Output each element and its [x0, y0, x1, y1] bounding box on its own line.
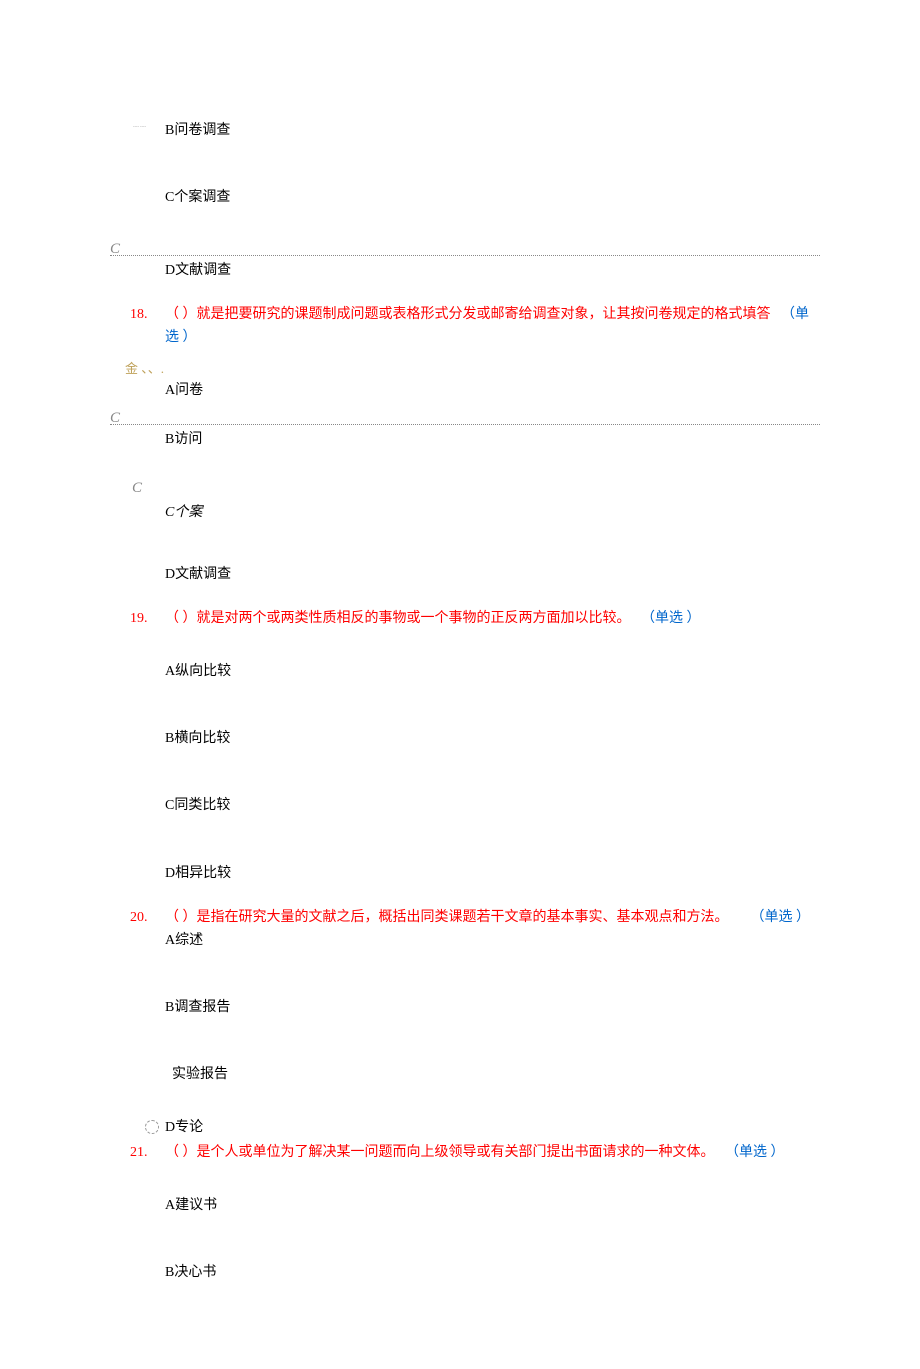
option-text: B访问: [165, 432, 202, 447]
option-text: A纵向比较: [165, 664, 231, 679]
option-text: C同类比较: [165, 798, 230, 813]
option-text: D相异比较: [165, 866, 231, 881]
option-text: C个案调查: [165, 190, 230, 205]
ellipsis-prefix: ┈┈: [133, 120, 147, 136]
margin-annotation-C: C: [132, 476, 810, 500]
q18-option-A: A问卷: [130, 380, 810, 402]
q20-option-B: B调查报告: [130, 997, 810, 1019]
q18-option-D: D文献调查: [130, 564, 810, 586]
question-number: 21.: [130, 1142, 165, 1164]
option-text: 实验报告: [172, 1067, 228, 1082]
margin-gold-text: 金 、、.: [125, 359, 810, 380]
question-20: 20. （ ）是指在研究大量的文献之后，概括出同类课题若干文章的基本事实、基本观…: [130, 907, 810, 929]
option-text: D文献调查: [165, 567, 231, 582]
margin-annotation-line: C: [110, 255, 820, 256]
question-18: 18. （ ）就是把要研究的课题制成问题或表格形式分发或邮寄给调查对象，让其按问…: [130, 304, 810, 349]
question-stem: （ ）就是对两个或两类性质相反的事物或一个事物的正反两方面加以比较。: [165, 611, 631, 626]
question-21: 21. （ ）是个人或单位为了解决某一问题而向上级领导或有关部门提出书面请求的一…: [130, 1142, 810, 1164]
margin-annotation-C: C: [110, 237, 120, 261]
question-type-tag: （单选 ）: [641, 611, 701, 626]
document-page: ┈┈ B问卷调查 C个案调查 C D文献调查 18. （ ）就是把要研究的课题制…: [0, 0, 920, 1369]
question-19: 19. （ ）就是对两个或两类性质相反的事物或一个事物的正反两方面加以比较。 （…: [130, 608, 810, 630]
question-type-tag: （单选 ）: [725, 1145, 785, 1160]
question-stem: （ ）是指在研究大量的文献之后，概括出同类课题若干文章的基本事实、基本观点和方法…: [165, 910, 729, 925]
question-number: 20.: [130, 907, 165, 929]
option-text: B横向比较: [165, 731, 230, 746]
prev-option-C: C个案调查: [130, 187, 810, 209]
question-stem: （ ）是个人或单位为了解决某一问题而向上级领导或有关部门提出书面请求的一种文体。: [165, 1145, 715, 1160]
q21-option-B: B决心书: [130, 1262, 810, 1284]
question-number: 18.: [130, 304, 165, 349]
question-number: 19.: [130, 608, 165, 630]
q20-option-C: 实验报告: [130, 1064, 810, 1086]
q18-option-B: B访问: [130, 429, 810, 451]
q19-option-A: A纵向比较: [130, 661, 810, 683]
option-text: C个案: [165, 505, 202, 520]
option-text: D专论: [165, 1120, 203, 1135]
option-text: A建议书: [165, 1198, 217, 1213]
question-type-tag: （单选 ）: [751, 907, 811, 929]
prev-option-B: ┈┈ B问卷调查: [130, 120, 810, 142]
option-text: B决心书: [165, 1265, 216, 1280]
q21-option-A: A建议书: [130, 1195, 810, 1217]
radio-icon[interactable]: [145, 1120, 159, 1134]
margin-annotation-line: C: [110, 424, 820, 425]
option-text: B问卷调查: [165, 123, 230, 138]
option-text: D文献调查: [165, 263, 231, 278]
margin-annotation-C: C: [110, 406, 120, 430]
prev-option-D: D文献调查: [130, 260, 810, 282]
option-text: B调查报告: [165, 1000, 230, 1015]
q20-option-A: A综述: [130, 930, 810, 952]
q19-option-C: C同类比较: [130, 795, 810, 817]
q19-option-B: B横向比较: [130, 728, 810, 750]
option-text: A问卷: [165, 383, 203, 398]
option-text: A综述: [165, 933, 203, 948]
q19-option-D: D相异比较: [130, 863, 810, 885]
question-stem: （ ）就是把要研究的课题制成问题或表格形式分发或邮寄给调查对象，让其按问卷规定的…: [165, 307, 771, 322]
q18-option-C: C个案: [130, 502, 810, 524]
q20-option-D: D专论: [130, 1117, 810, 1139]
